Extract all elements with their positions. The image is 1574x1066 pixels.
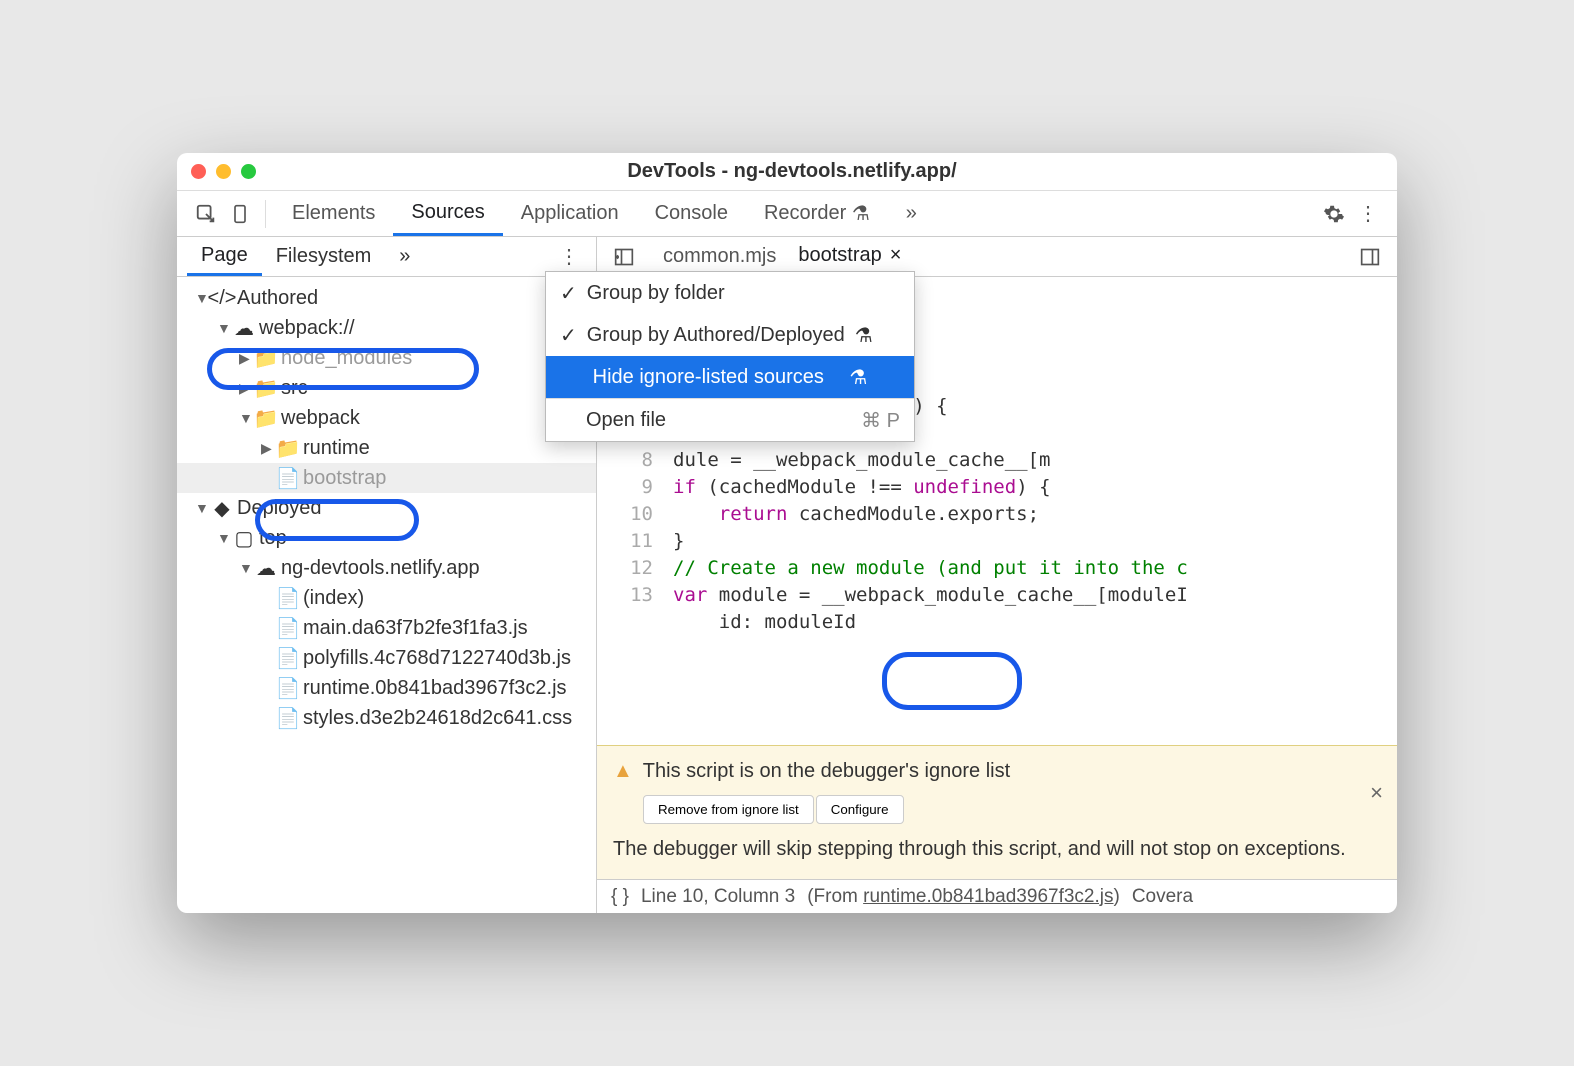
file-icon: 📄 [277, 466, 299, 491]
tree-top[interactable]: ▼▢top [177, 523, 596, 553]
tab-application[interactable]: Application [503, 191, 637, 236]
ignore-banner: ▲ This script is on the debugger's ignore… [597, 745, 1397, 879]
titlebar: DevTools - ng-devtools.netlify.app/ [177, 153, 1397, 191]
inspect-icon[interactable] [189, 197, 223, 231]
remove-ignore-button[interactable]: Remove from ignore list [643, 795, 814, 824]
folder-icon: 📁 [277, 436, 299, 461]
tab-elements[interactable]: Elements [274, 191, 393, 236]
close-window[interactable] [191, 164, 206, 179]
tab-console[interactable]: Console [637, 191, 746, 236]
subtab-kebab-icon[interactable]: ⋮ [552, 240, 586, 274]
device-icon[interactable] [223, 197, 257, 231]
flask-icon: ⚗ [855, 323, 873, 348]
tree-domain[interactable]: ▼☁ng-devtools.netlify.app [177, 553, 596, 583]
shortcut: ⌘ P [861, 408, 900, 433]
main-tabbar: Elements Sources Application Console Rec… [177, 191, 1397, 237]
banner-title: This script is on the debugger's ignore … [643, 760, 1010, 783]
configure-button[interactable]: Configure [816, 795, 904, 824]
close-banner-icon[interactable]: × [1370, 780, 1383, 806]
warning-icon: ▲ [613, 760, 633, 783]
tree-node-modules[interactable]: ▶📁node_modules [177, 343, 596, 373]
tree-deployed[interactable]: ▼◆Deployed [177, 493, 596, 523]
minimize-window[interactable] [216, 164, 231, 179]
subtab-overflow[interactable]: » [385, 237, 424, 276]
cloud-icon: ☁ [255, 556, 277, 581]
tab-sources[interactable]: Sources [393, 191, 502, 236]
tree-runtime-js[interactable]: 📄runtime.0b841bad3967f3c2.js [177, 673, 596, 703]
gear-icon[interactable] [1317, 197, 1351, 231]
file-icon: 📄 [277, 706, 299, 731]
file-icon: 📄 [277, 616, 299, 641]
tree-authored[interactable]: ▼</>Authored [177, 283, 596, 313]
banner-msg: The debugger will skip stepping through … [613, 838, 1381, 861]
code-icon: </> [211, 287, 233, 310]
tree-polyfills-js[interactable]: 📄polyfills.4c768d7122740d3b.js [177, 643, 596, 673]
menu-group-folder[interactable]: ✓Group by folder [546, 272, 914, 314]
window-title: DevTools - ng-devtools.netlify.app/ [256, 160, 1328, 183]
subtab-filesystem[interactable]: Filesystem [262, 237, 386, 276]
menu-group-authored[interactable]: ✓Group by Authored/Deployed⚗ [546, 314, 914, 356]
panel-nav-icon[interactable] [607, 240, 641, 274]
tree-src[interactable]: ▶📁src [177, 373, 596, 403]
format-icon[interactable]: { } [611, 886, 629, 908]
folder-icon: 📁 [255, 406, 277, 431]
tree-main-js[interactable]: 📄main.da63f7b2fe3f1fa3.js [177, 613, 596, 643]
cloud-icon: ☁ [233, 316, 255, 341]
context-menu: ✓Group by folder ✓Group by Authored/Depl… [545, 271, 915, 442]
tree-bootstrap[interactable]: 📄bootstrap [177, 463, 596, 493]
file-icon: 📄 [277, 676, 299, 701]
cube-icon: ◆ [211, 496, 233, 521]
tab-recorder[interactable]: Recorder ⚗ [746, 191, 888, 236]
file-icon: 📄 [277, 586, 299, 611]
panel-right-icon[interactable] [1353, 240, 1387, 274]
tree-webpack-folder[interactable]: ▼📁webpack [177, 403, 596, 433]
tree-styles-css[interactable]: 📄styles.d3e2b24618d2c641.css [177, 703, 596, 733]
frame-icon: ▢ [233, 526, 255, 551]
tree-index[interactable]: 📄(index) [177, 583, 596, 613]
menu-open-file[interactable]: Open file⌘ P [546, 399, 914, 441]
kebab-icon[interactable]: ⋮ [1351, 197, 1385, 231]
file-icon: 📄 [277, 646, 299, 671]
folder-icon: 📁 [255, 376, 277, 401]
file-tree: ▼</>Authored ▼☁webpack:// ▶📁node_modules… [177, 277, 596, 913]
tree-runtime[interactable]: ▶📁runtime [177, 433, 596, 463]
coverage-label: Covera [1132, 886, 1193, 908]
check-icon: ✓ [560, 281, 577, 306]
tree-webpack[interactable]: ▼☁webpack:// [177, 313, 596, 343]
close-icon[interactable]: × [890, 244, 902, 267]
flask-icon: ⚗ [852, 201, 870, 226]
cursor-pos: Line 10, Column 3 [641, 886, 795, 908]
flask-icon: ⚗ [849, 365, 867, 390]
subtab-page[interactable]: Page [187, 237, 262, 276]
check-icon: ✓ [560, 323, 577, 348]
maximize-window[interactable] [241, 164, 256, 179]
tabs-overflow[interactable]: » [888, 191, 935, 236]
status-bar: { } Line 10, Column 3 (From runtime.0b84… [597, 879, 1397, 913]
status-source-link[interactable]: runtime.0b841bad3967f3c2.js [863, 886, 1113, 907]
menu-hide-ignored[interactable]: Hide ignore-listed sources ⚗ [546, 356, 914, 398]
folder-icon: 📁 [255, 346, 277, 371]
